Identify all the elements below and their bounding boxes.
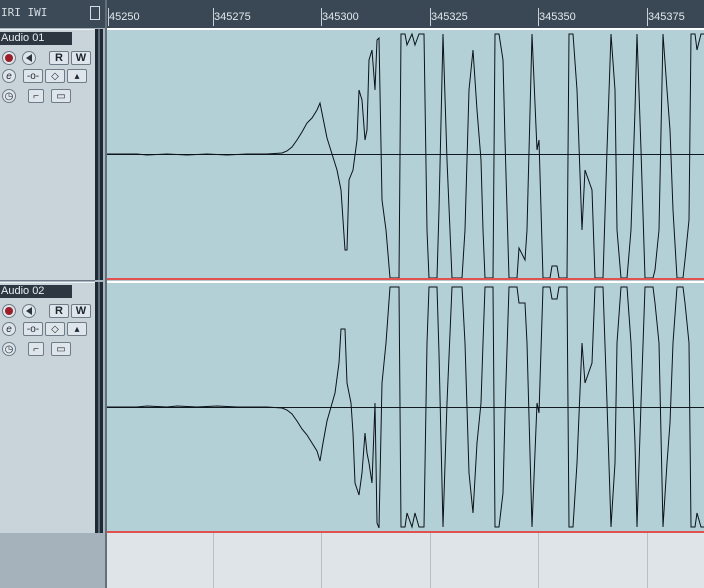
record-enable-button[interactable] xyxy=(2,51,16,65)
ruler-tick-label: 45250 xyxy=(109,11,140,23)
track-list-header: IRI IWI xyxy=(0,0,107,28)
eq-button[interactable]: -o- xyxy=(23,322,43,336)
inserts-button[interactable]: ◇ xyxy=(45,322,65,336)
ruler-tick-label: 345325 xyxy=(431,11,468,23)
clock-icon: ◷ xyxy=(4,90,14,102)
eq-button[interactable]: -o- xyxy=(23,69,43,83)
monitor-button[interactable] xyxy=(22,51,36,65)
lock-button[interactable]: ⌐ xyxy=(28,342,44,356)
timeline-ruler[interactable]: 45250 345275 345300 345325 345350 345375 xyxy=(107,0,704,28)
track-list-panel: IRI IWI Audio 01 R W e -o- ◇ ▴ ◷ ⌐ ▭ Aud… xyxy=(0,0,107,588)
eq-icon: -o- xyxy=(26,323,40,335)
write-automation-button[interactable]: W xyxy=(71,304,91,318)
sends-button[interactable]: ▴ xyxy=(67,322,87,336)
event-end-line xyxy=(107,278,704,280)
lock-icon: ⌐ xyxy=(33,343,39,355)
track-name[interactable]: Audio 02 xyxy=(0,285,72,298)
position-indicator-icon[interactable] xyxy=(90,6,100,20)
ruler-tick-label: 345375 xyxy=(648,11,685,23)
sends-icon: ▴ xyxy=(74,323,80,335)
edit-channel-button[interactable]: e xyxy=(2,322,16,336)
time-base-button[interactable]: ◷ xyxy=(2,89,16,103)
waveform-audio-02 xyxy=(107,286,704,529)
speaker-icon xyxy=(26,307,32,315)
inserts-icon: ◇ xyxy=(51,70,59,82)
monitor-button[interactable] xyxy=(22,304,36,318)
read-write-indicator: IRI IWI xyxy=(1,6,48,19)
record-enable-button[interactable] xyxy=(2,304,16,318)
empty-track-area xyxy=(0,533,107,588)
audio-event-audio-02[interactable] xyxy=(107,281,704,533)
record-icon xyxy=(5,307,13,315)
ruler-tick-label: 345300 xyxy=(322,11,359,23)
record-icon xyxy=(5,54,13,62)
track-name[interactable]: Audio 01 xyxy=(0,32,72,45)
lanes-button[interactable]: ▭ xyxy=(51,89,71,103)
waveform-audio-01 xyxy=(107,32,704,279)
read-automation-button[interactable]: R xyxy=(49,51,69,65)
inserts-icon: ◇ xyxy=(51,323,59,335)
clock-icon: ◷ xyxy=(4,343,14,355)
eq-icon: -o- xyxy=(26,70,40,82)
track-header-audio-01[interactable]: Audio 01 R W e -o- ◇ ▴ ◷ ⌐ ▭ xyxy=(0,29,95,281)
lanes-icon: ▭ xyxy=(56,90,66,102)
audio-event-audio-01[interactable] xyxy=(107,28,704,280)
edit-channel-button[interactable]: e xyxy=(2,69,16,83)
lock-button[interactable]: ⌐ xyxy=(28,89,44,103)
lanes-icon: ▭ xyxy=(56,343,66,355)
time-base-button[interactable]: ◷ xyxy=(2,342,16,356)
event-display[interactable] xyxy=(107,28,704,533)
inserts-button[interactable]: ◇ xyxy=(45,69,65,83)
sends-button[interactable]: ▴ xyxy=(67,69,87,83)
ruler-tick-label: 345275 xyxy=(214,11,251,23)
write-automation-button[interactable]: W xyxy=(71,51,91,65)
track-header-audio-02[interactable]: Audio 02 R W e -o- ◇ ▴ ◷ ⌐ ▭ xyxy=(0,282,95,534)
ruler-tick-label: 345350 xyxy=(539,11,576,23)
track-color-strip xyxy=(95,29,103,280)
speaker-icon xyxy=(26,54,32,62)
track-color-strip xyxy=(95,282,103,533)
empty-event-area[interactable] xyxy=(107,533,704,588)
sends-icon: ▴ xyxy=(74,70,80,82)
lanes-button[interactable]: ▭ xyxy=(51,342,71,356)
lock-icon: ⌐ xyxy=(33,90,39,102)
read-automation-button[interactable]: R xyxy=(49,304,69,318)
